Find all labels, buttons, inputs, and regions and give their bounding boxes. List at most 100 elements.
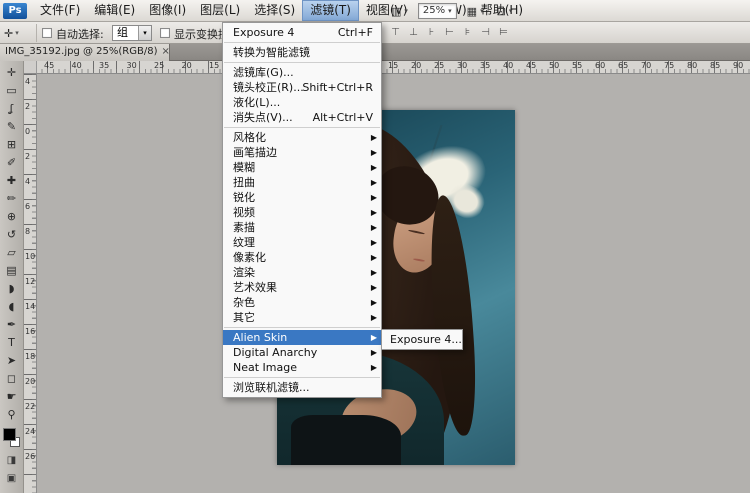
- menubar-item-filter[interactable]: 滤镜(T): [302, 0, 359, 21]
- tool-pen[interactable]: ✒: [0, 316, 23, 334]
- filter-menu-item-vanishing-point[interactable]: 消失点(V)... Alt+Ctrl+V: [223, 110, 381, 125]
- filter-menu-item-texture[interactable]: 纹理 ▶: [223, 235, 381, 250]
- menu-item-label: 浏览联机滤镜...: [233, 381, 310, 394]
- document-tab[interactable]: IMG_35192.jpg @ 25%(RGB/8) ×: [0, 44, 170, 61]
- submenu-arrow-icon: ▶: [370, 208, 377, 217]
- tool-clone-stamp[interactable]: ⊕: [0, 208, 23, 226]
- arrange-documents-icon: ▥: [391, 4, 402, 18]
- filter-menu-item-sharpen[interactable]: 锐化 ▶: [223, 190, 381, 205]
- ruler-number: 6: [25, 202, 31, 211]
- filter-menu-item-browse-filters-online[interactable]: 浏览联机滤镜...: [223, 380, 381, 395]
- filter-menu-item-filter-gallery[interactable]: 滤镜库(G)...: [223, 65, 381, 80]
- foreground-color-swatch[interactable]: [3, 428, 16, 441]
- submenu-item-exposure-4[interactable]: Exposure 4...: [382, 332, 462, 347]
- ruler-number: 16: [25, 327, 36, 336]
- distribute-centers-icon[interactable]: ⊨: [496, 25, 511, 40]
- menu-item-label: 滤镜库(G)...: [233, 66, 294, 79]
- menubar-item-file[interactable]: 文件(F): [33, 0, 87, 21]
- menubar-item-select[interactable]: 选择(S): [247, 0, 302, 21]
- submenu-arrow-icon: ▶: [370, 163, 377, 172]
- filter-menu-item-digital-anarchy[interactable]: Digital Anarchy ▶: [223, 345, 381, 360]
- filter-menu-item-neat-image[interactable]: Neat Image ▶: [223, 360, 381, 375]
- tool-move[interactable]: ✛: [0, 64, 23, 82]
- tool-eraser[interactable]: ▱: [0, 244, 23, 262]
- filter-menu-item-liquify[interactable]: 液化(L)...: [223, 95, 381, 110]
- ruler-number: 25: [154, 61, 165, 70]
- tool-type[interactable]: T: [0, 334, 23, 352]
- tool-rectangular-marquee[interactable]: ▭: [0, 82, 23, 100]
- filter-menu-item-noise[interactable]: 杂色 ▶: [223, 295, 381, 310]
- vertical-ruler[interactable]: 4 2 0 2 4 6 8 10 12 14 16 18 20 22 24 26: [24, 74, 37, 493]
- auto-select-checkbox[interactable]: [42, 28, 52, 38]
- menu-item-label: 杂色: [233, 296, 255, 309]
- filter-menu-item-pixelate[interactable]: 像素化 ▶: [223, 250, 381, 265]
- ruler-number: 40: [71, 61, 82, 70]
- align-right-edges-icon[interactable]: ⊣: [478, 25, 493, 40]
- filter-menu-item-stylize[interactable]: 风格化 ▶: [223, 130, 381, 145]
- tool-eyedropper[interactable]: ✐: [0, 154, 23, 172]
- menubar-item-layer[interactable]: 图层(L): [193, 0, 247, 21]
- ruler-number: 80: [687, 61, 698, 70]
- close-icon[interactable]: ×: [157, 44, 169, 61]
- ruler-number: 18: [25, 352, 36, 361]
- auto-select-value: 组: [117, 26, 128, 39]
- tool-quick-mask[interactable]: ◨: [0, 452, 23, 470]
- tool-spot-healing-brush[interactable]: ✚: [0, 172, 23, 190]
- auto-select-dropdown[interactable]: 组 ▾: [112, 25, 152, 41]
- filter-menu-item-lens-correction[interactable]: 镜头校正(R)... Shift+Ctrl+R: [223, 80, 381, 95]
- filter-menu-item-video[interactable]: 视频 ▶: [223, 205, 381, 220]
- filter-menu-item-convert-for-smart-filters[interactable]: 转换为智能滤镜: [223, 45, 381, 60]
- menubar-item-edit[interactable]: 编辑(E): [87, 0, 142, 21]
- align-top-edges-icon[interactable]: ⊤: [388, 25, 403, 40]
- tool-quick-selection[interactable]: ✎: [0, 118, 23, 136]
- ruler-number: 55: [572, 61, 583, 70]
- tool-shape[interactable]: ◻: [0, 370, 23, 388]
- show-transform-checkbox[interactable]: [160, 28, 170, 38]
- ruler-number: 90: [733, 61, 744, 70]
- view-extras-button[interactable]: ▦ ▾: [464, 2, 487, 20]
- filter-menu-item-other[interactable]: 其它 ▶: [223, 310, 381, 325]
- arrange-documents-button[interactable]: ▥ ▾: [388, 2, 411, 20]
- tool-screen-mode[interactable]: ▣: [0, 470, 23, 488]
- filter-menu-item-sketch[interactable]: 素描 ▶: [223, 220, 381, 235]
- tool-crop[interactable]: ⊞: [0, 136, 23, 154]
- menubar-item-image[interactable]: 图像(I): [142, 0, 193, 21]
- ruler-origin[interactable]: [24, 61, 37, 74]
- horizontal-ruler[interactable]: 45 40 35 30 25 20 15 15 20 25 30 35 40 45 50 55 60 65 70 75…: [24, 61, 750, 74]
- align-bottom-edges-icon[interactable]: ⊦: [424, 25, 439, 40]
- align-horizontal-centers-icon[interactable]: ⊧: [460, 25, 475, 40]
- screen-mode-button[interactable]: ⊡ ▾: [494, 2, 516, 20]
- menu-bar: Ps 文件(F)编辑(E)图像(I)图层(L)选择(S)滤镜(T)视图(V)窗口…: [0, 0, 750, 22]
- tool-hand[interactable]: ☛: [0, 388, 23, 406]
- submenu-arrow-icon: ▶: [370, 148, 377, 157]
- menu-item-label: 锐化: [233, 191, 255, 204]
- align-vertical-centers-icon[interactable]: ⊥: [406, 25, 421, 40]
- tool-gradient[interactable]: ▤: [0, 262, 23, 280]
- filter-menu-item-exposure-4-last[interactable]: Exposure 4 Ctrl+F: [223, 25, 381, 40]
- alien-skin-submenu-list: Exposure 4...: [382, 332, 462, 347]
- filter-menu-item-artistic[interactable]: 艺术效果 ▶: [223, 280, 381, 295]
- filter-menu-item-blur[interactable]: 模糊 ▶: [223, 160, 381, 175]
- filter-menu-item-brush-strokes[interactable]: 画笔描边 ▶: [223, 145, 381, 160]
- ruler-number: 20: [25, 377, 36, 386]
- tool-path-selection[interactable]: ➤: [0, 352, 23, 370]
- tool-lasso[interactable]: ʆ: [0, 100, 23, 118]
- tool-preset-picker[interactable]: ✛ ▾: [4, 25, 32, 41]
- tool-blur[interactable]: ◗: [0, 280, 23, 298]
- filter-menu-item-render[interactable]: 渲染 ▶: [223, 265, 381, 280]
- tool-brush[interactable]: ✏: [0, 190, 23, 208]
- submenu-arrow-icon: ▶: [370, 363, 377, 372]
- ruler-number: 14: [25, 302, 36, 311]
- zoom-level-button[interactable]: 25% ▾: [417, 3, 457, 19]
- tool-history-brush[interactable]: ↺: [0, 226, 23, 244]
- filter-menu-item-alien-skin[interactable]: Alien Skin ▶: [223, 330, 381, 345]
- tool-dodge[interactable]: ◖: [0, 298, 23, 316]
- ruler-number: 8: [25, 227, 31, 236]
- filter-menu-item-distort[interactable]: 扭曲 ▶: [223, 175, 381, 190]
- ruler-number: 50: [549, 61, 560, 70]
- align-left-edges-icon[interactable]: ⊢: [442, 25, 457, 40]
- menu-item-label: 其它: [233, 311, 255, 324]
- ruler-number: 30: [126, 61, 137, 70]
- menu-separator: [224, 42, 380, 43]
- tool-zoom[interactable]: ⚲: [0, 406, 23, 424]
